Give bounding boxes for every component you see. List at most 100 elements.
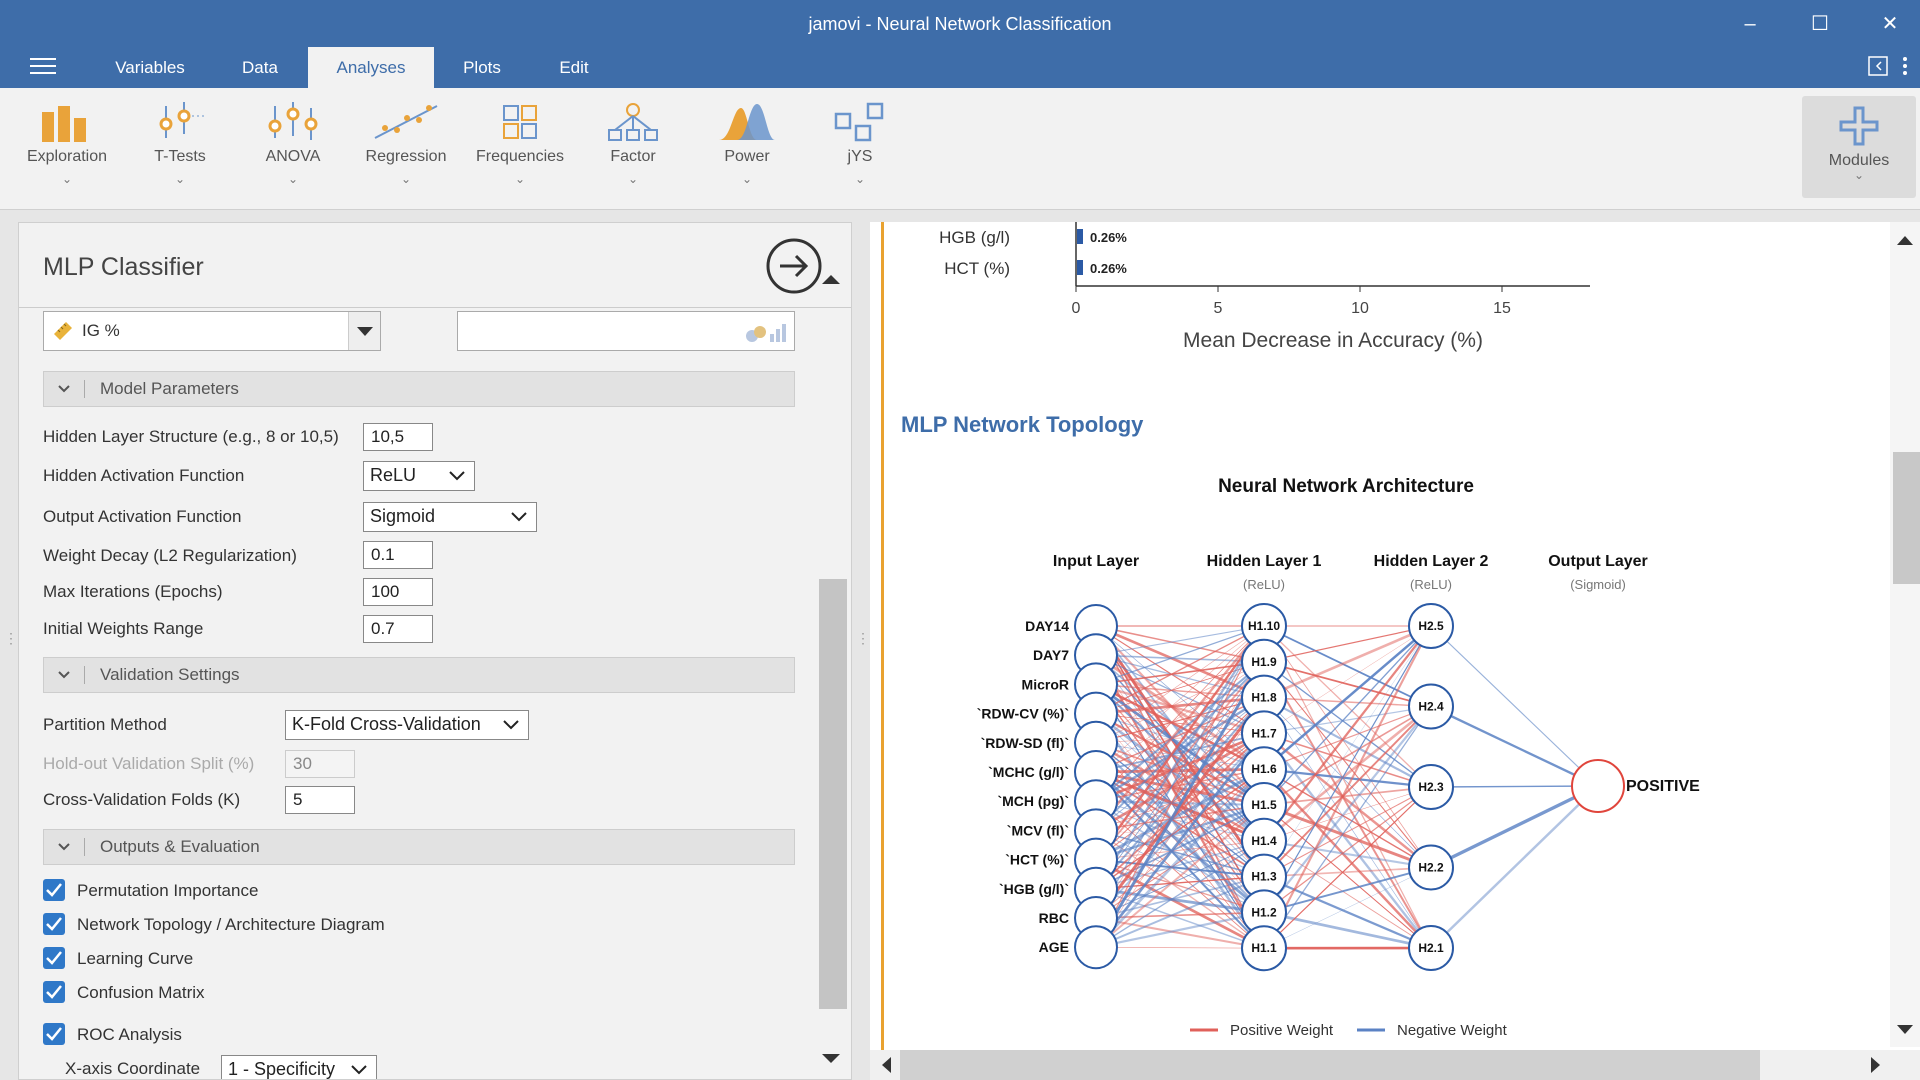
layer-title: Hidden Layer 2 bbox=[1374, 553, 1489, 570]
ribbon-frequencies[interactable]: Frequencies ⌄ bbox=[465, 102, 575, 186]
scroll-down-icon bbox=[1897, 1025, 1913, 1034]
variable-drop-target[interactable] bbox=[457, 311, 795, 351]
tab-plots[interactable]: Plots bbox=[440, 47, 524, 88]
layer-subtitle: (ReLU) bbox=[1410, 577, 1452, 592]
node-label: H1.1 bbox=[1251, 941, 1277, 955]
hamburger-menu-icon[interactable] bbox=[30, 58, 56, 79]
ribbon-jys[interactable]: jYS ⌄ bbox=[805, 102, 915, 186]
initial-weights-input[interactable]: 0.7 bbox=[363, 615, 433, 643]
cv-folds-input[interactable]: 5 bbox=[285, 786, 355, 814]
node-label: RBC bbox=[1039, 910, 1069, 926]
network-edge bbox=[1430, 785, 1599, 949]
layer-title: Output Layer bbox=[1548, 553, 1648, 570]
modules-button[interactable]: Modules ⌄ bbox=[1802, 96, 1916, 198]
close-button[interactable]: ✕ bbox=[1870, 8, 1910, 40]
layer-subtitle: (Sigmoid) bbox=[1570, 577, 1626, 592]
ribbon-label: jYS bbox=[847, 148, 873, 165]
more-options-icon[interactable] bbox=[1902, 56, 1908, 76]
network-topology-checkbox[interactable] bbox=[43, 913, 65, 935]
results-vertical-scrollbar[interactable] bbox=[1890, 222, 1920, 1047]
ruler-icon bbox=[54, 322, 72, 340]
node-label: `RDW-CV (%)` bbox=[977, 706, 1069, 722]
weight-decay-label: Weight Decay (L2 Regularization) bbox=[43, 546, 297, 565]
ribbon-regression[interactable]: Regression ⌄ bbox=[351, 102, 461, 186]
chevron-down-icon: ⌄ bbox=[1853, 168, 1865, 182]
node-label: H2.2 bbox=[1418, 861, 1444, 875]
confusion-matrix-checkbox[interactable] bbox=[43, 981, 65, 1003]
results-accent-bar bbox=[881, 222, 884, 1080]
hidden-structure-input[interactable]: 10,5 bbox=[363, 423, 433, 451]
divider bbox=[84, 666, 85, 684]
x-axis-coordinate-select[interactable]: 1 - Specificity bbox=[221, 1055, 377, 1079]
analyses-ribbon: Exploration ⌄ T-Tests ⌄ ANOVA ⌄ Regression ⌄… bbox=[0, 88, 1920, 210]
tab-analyses[interactable]: Analyses bbox=[308, 47, 434, 88]
node-label: H1.9 bbox=[1251, 655, 1277, 669]
importance-chart: HGB (g/l) 0.26% HCT (%) 0.26% 0 5 10 15 … bbox=[939, 222, 1590, 352]
tab-variables[interactable]: Variables bbox=[100, 47, 200, 88]
output-activation-select[interactable]: Sigmoid bbox=[363, 502, 537, 532]
chevron-down-icon: ⌄ bbox=[627, 172, 639, 186]
partition-method-select[interactable]: K-Fold Cross-Validation bbox=[285, 710, 529, 740]
section-validation-settings[interactable]: Validation Settings bbox=[43, 657, 795, 693]
network-topology-label: Network Topology / Architecture Diagram bbox=[77, 915, 385, 934]
power-icon bbox=[719, 104, 775, 140]
ribbon-t-tests[interactable]: T-Tests ⌄ bbox=[125, 102, 235, 186]
max-iterations-input[interactable]: 100 bbox=[363, 578, 433, 606]
network-edge bbox=[1430, 705, 1599, 788]
ribbon-label: Regression bbox=[365, 148, 447, 165]
check-icon bbox=[46, 951, 62, 965]
divider bbox=[84, 838, 85, 856]
ribbon-anova[interactable]: ANOVA ⌄ bbox=[238, 102, 348, 186]
section-label: Outputs & Evaluation bbox=[100, 837, 260, 856]
chevron-down-icon bbox=[58, 385, 70, 393]
scroll-down-icon bbox=[822, 1054, 840, 1063]
target-variable-value: IG % bbox=[82, 321, 120, 340]
chevron-down-icon bbox=[503, 720, 519, 730]
plus-icon bbox=[1839, 106, 1879, 146]
splitter-handle-icon[interactable]: ⋮ bbox=[4, 630, 18, 647]
importance-value-label: 0.26% bbox=[1090, 261, 1127, 276]
learning-curve-checkbox[interactable] bbox=[43, 947, 65, 969]
roc-analysis-checkbox[interactable] bbox=[43, 1023, 65, 1045]
hidden-activation-label: Hidden Activation Function bbox=[43, 466, 245, 485]
minimize-button[interactable]: – bbox=[1730, 8, 1770, 40]
ribbon-factor[interactable]: Factor ⌄ bbox=[578, 102, 688, 186]
chevron-down-icon bbox=[511, 512, 527, 522]
panel-title: MLP Classifier bbox=[43, 253, 204, 281]
jys-icon bbox=[834, 102, 884, 142]
results-horizontal-scrollbar-thumb[interactable] bbox=[900, 1050, 1760, 1080]
target-variable-field[interactable]: IG % bbox=[43, 311, 381, 351]
hidden-structure-label: Hidden Layer Structure (e.g., 8 or 10,5) bbox=[43, 427, 339, 446]
node-label: H1.10 bbox=[1248, 619, 1280, 633]
results-vertical-scrollbar-thumb[interactable] bbox=[1893, 452, 1920, 584]
network-edge bbox=[1263, 732, 1432, 949]
permutation-importance-label: Permutation Importance bbox=[77, 881, 259, 900]
node-label: `MCH (pg)` bbox=[997, 793, 1069, 809]
node-label: H1.6 bbox=[1251, 762, 1277, 776]
weight-decay-input[interactable]: 0.1 bbox=[363, 541, 433, 569]
chevron-down-icon bbox=[58, 671, 70, 679]
chevron-down-icon: ⌄ bbox=[400, 172, 412, 186]
node-label: H1.7 bbox=[1251, 726, 1277, 740]
results-panel: HGB (g/l) 0.26% HCT (%) 0.26% 0 5 10 15 … bbox=[870, 222, 1920, 1080]
splitter-handle-icon[interactable]: ⋮ bbox=[856, 630, 870, 647]
permutation-importance-checkbox[interactable] bbox=[43, 879, 65, 901]
scroll-up-icon bbox=[1897, 236, 1913, 245]
tab-edit[interactable]: Edit bbox=[534, 47, 614, 88]
node-label: DAY7 bbox=[1033, 647, 1069, 663]
ribbon-label: T-Tests bbox=[154, 148, 206, 165]
chevron-down-icon bbox=[58, 843, 70, 851]
dropdown-button[interactable] bbox=[348, 312, 380, 350]
ribbon-exploration[interactable]: Exploration ⌄ bbox=[12, 102, 122, 186]
ribbon-power[interactable]: Power ⌄ bbox=[692, 102, 802, 186]
section-model-parameters[interactable]: Model Parameters bbox=[43, 371, 795, 407]
options-scrollbar-thumb[interactable] bbox=[819, 579, 847, 1009]
section-outputs-evaluation[interactable]: Outputs & Evaluation bbox=[43, 829, 795, 865]
hidden-activation-select[interactable]: ReLU bbox=[363, 461, 475, 491]
chevron-down-icon: ⌄ bbox=[854, 172, 866, 186]
results-canvas: HGB (g/l) 0.26% HCT (%) 0.26% 0 5 10 15 … bbox=[901, 222, 1700, 1039]
maximize-button[interactable]: ☐ bbox=[1800, 8, 1840, 40]
toggle-panel-icon[interactable] bbox=[1868, 56, 1888, 76]
learning-curve-label: Learning Curve bbox=[77, 949, 194, 968]
tab-data[interactable]: Data bbox=[215, 47, 305, 88]
